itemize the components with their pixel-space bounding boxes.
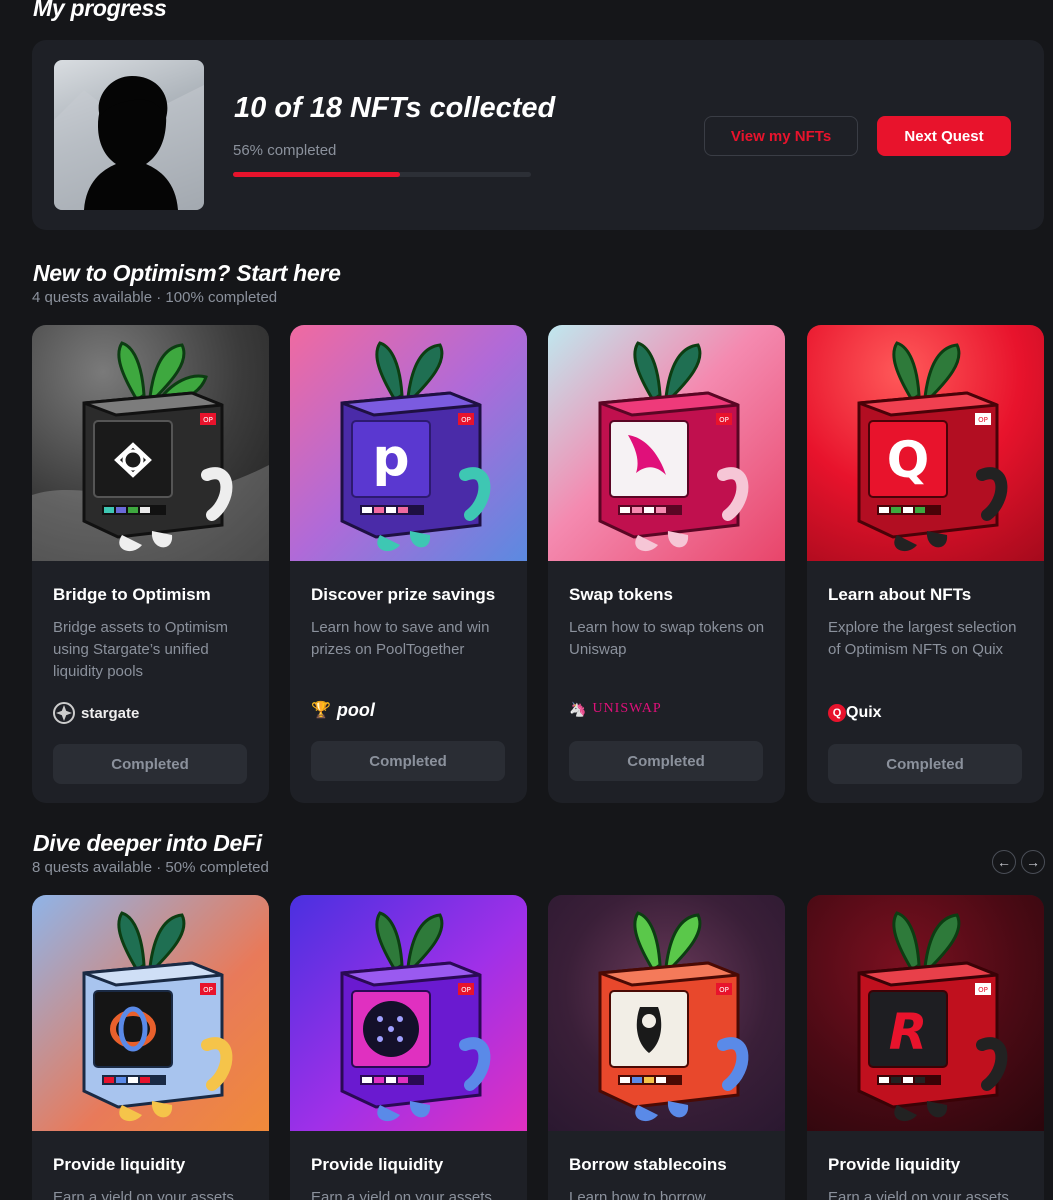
quest-card-title: Borrow stablecoins — [569, 1155, 727, 1174]
arrow-right-icon: → — [1026, 854, 1040, 870]
quest-card-image: OP R — [807, 895, 1044, 1131]
op-badge: OP — [203, 416, 213, 424]
view-my-nfts-button[interactable]: View my NFTs — [704, 116, 858, 156]
quest-card-description: Learn how to swap tokens on Uniswap — [569, 619, 765, 658]
quest-card-image: OP — [290, 895, 527, 1131]
stargate-logo: stargate — [53, 700, 139, 726]
quest-card-title: Swap tokens — [569, 585, 673, 604]
quest-card-image: OP — [32, 895, 269, 1131]
quest-card-title: Provide liquidity — [53, 1155, 186, 1174]
quest-card-title: Provide liquidity — [828, 1155, 961, 1174]
completed-button[interactable]: Completed — [569, 741, 763, 781]
quest-card-description: Learn how to save and win prizes on Pool… — [311, 619, 490, 658]
quest-card-prize-savings[interactable]: OP p Discover prize savings Learn how to… — [290, 325, 527, 803]
quix-icon: Q — [828, 704, 846, 722]
quest-card-bridge[interactable]: OP Bridge to Optimism Bridge assets to O… — [32, 325, 269, 803]
my-progress-heading: My progress — [33, 0, 167, 21]
quest-card-swap-tokens[interactable]: OP Swap tokens Learn how to swap tokens … — [548, 325, 785, 803]
section-heading-start-here: New to Optimism? Start here — [33, 260, 341, 286]
progress-percent-label: 56% completed — [233, 142, 337, 159]
quest-card-image: OP Q — [807, 325, 1044, 561]
avatar — [54, 60, 204, 210]
quest-card-description: Explore the largest selection of Optimis… — [828, 619, 1017, 658]
carousel-prev-button[interactable]: ← — [992, 850, 1016, 874]
quest-card-description: Earn a yield on your assets — [53, 1189, 234, 1200]
quest-card-provide-liquidity[interactable]: OP Provide liquidity Earn a yield on you… — [32, 895, 269, 1200]
completed-button[interactable]: Completed — [53, 744, 247, 784]
quest-card-description: Learn how to borrow — [569, 1189, 706, 1200]
carousel-next-button[interactable]: → — [1021, 850, 1045, 874]
quest-card-borrow-stablecoins[interactable]: OP Borrow stablecoins Learn how to borro… — [548, 895, 785, 1200]
arrow-left-icon: ← — [997, 854, 1011, 870]
svg-text:OP: OP — [461, 416, 471, 424]
quest-card-description: Earn a yield on your assets — [311, 1189, 492, 1200]
progress-bar — [233, 172, 531, 177]
pooltogether-logo: 🏆 pool — [311, 699, 375, 720]
quest-card-image: OP — [548, 325, 785, 561]
svg-text:OP: OP — [719, 986, 729, 994]
svg-text:p: p — [372, 428, 409, 488]
svg-text:OP: OP — [978, 986, 988, 994]
section-heading-defi: Dive deeper into DeFi — [33, 830, 262, 856]
quest-card-image: OP p — [290, 325, 527, 561]
section-subtitle-defi: 8 quests available · 50% completed — [32, 859, 269, 876]
quest-card-title: Bridge to Optimism — [53, 585, 211, 604]
stargate-icon — [53, 702, 75, 724]
svg-text:R: R — [889, 1003, 928, 1061]
svg-text:OP: OP — [461, 986, 471, 994]
completed-button[interactable]: Completed — [828, 744, 1022, 784]
svg-text:OP: OP — [978, 416, 988, 424]
quix-logo: Q Quix — [828, 700, 882, 726]
quest-card-provide-liquidity[interactable]: OP R Provide liquidity Earn a yield on y… — [807, 895, 1044, 1200]
progress-title: 10 of 18 NFTs collected — [234, 92, 556, 124]
svg-text:Q: Q — [887, 431, 930, 489]
quest-card-title: Provide liquidity — [311, 1155, 444, 1174]
quest-card-title: Learn about NFTs — [828, 585, 972, 604]
quest-card-description: Bridge assets to Optimism using Stargate… — [53, 619, 229, 680]
trophy-icon: 🏆 — [311, 702, 331, 719]
quest-card-image: OP — [548, 895, 785, 1131]
quest-card-description: Earn a yield on your assets — [828, 1189, 1009, 1200]
quest-card-learn-nfts[interactable]: OP Q Learn about NFTs Explore the larges… — [807, 325, 1044, 803]
next-quest-button[interactable]: Next Quest — [877, 116, 1011, 156]
quest-card-title: Discover prize savings — [311, 585, 496, 604]
quest-card-image: OP — [32, 325, 269, 561]
section-subtitle-start-here: 4 quests available · 100% completed — [32, 289, 278, 306]
completed-button[interactable]: Completed — [311, 741, 505, 781]
quest-card-provide-liquidity[interactable]: OP Provide liquidity Earn a yield on you… — [290, 895, 527, 1200]
svg-text:OP: OP — [203, 986, 213, 994]
progress-bar-fill — [233, 172, 400, 177]
uniswap-logo: 🦄 UNISWAP — [569, 700, 662, 717]
svg-text:OP: OP — [719, 416, 729, 424]
unicorn-icon: 🦄 — [569, 700, 587, 717]
progress-card: 10 of 18 NFTs collected 56% completed Vi… — [32, 40, 1044, 230]
